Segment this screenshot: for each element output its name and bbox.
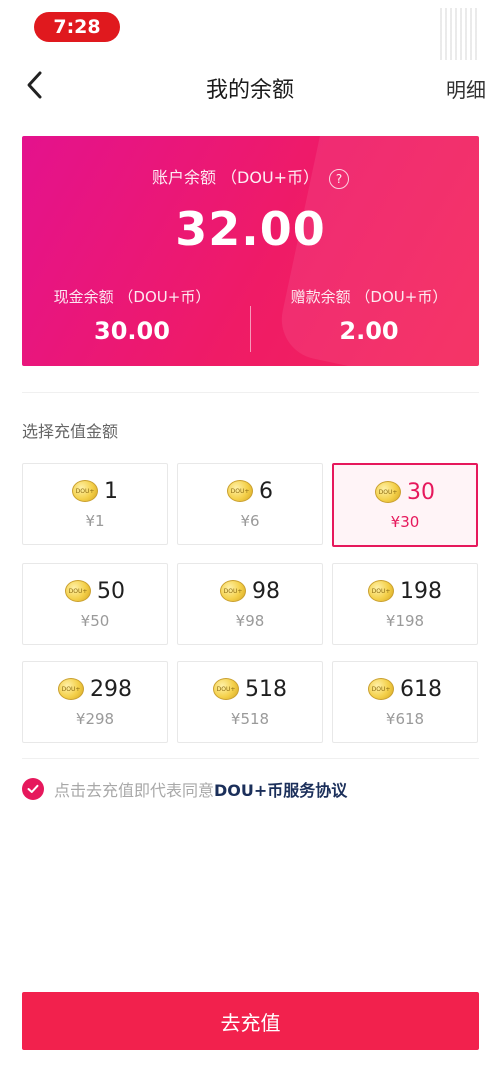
balance-card: 账户余额 （DOU+币）? 32.00 现金余额 （DOU+币） 30.00 赠… — [22, 136, 479, 366]
amount-option-198[interactable]: DOU+ 198 ¥198 — [332, 563, 478, 645]
dou-coin-icon: DOU+ — [368, 580, 394, 602]
divider — [22, 758, 479, 759]
amount-value: 198 — [400, 578, 442, 604]
amount-option-50[interactable]: DOU+ 50 ¥50 — [22, 563, 168, 645]
amount-value: 1 — [104, 478, 118, 504]
dou-coin-icon: DOU+ — [72, 480, 98, 502]
page-title: 我的余额 — [205, 78, 294, 103]
amount-value: 6 — [259, 478, 273, 504]
amount-option-518[interactable]: DOU+ 518 ¥518 — [177, 661, 323, 743]
amount-price: ¥50 — [80, 611, 110, 630]
agreement-checkbox[interactable] — [22, 778, 44, 800]
amount-value: 98 — [252, 578, 280, 604]
dou-coin-icon: DOU+ — [58, 678, 84, 700]
amount-option-618[interactable]: DOU+ 618 ¥618 — [332, 661, 478, 743]
agreement-link[interactable]: DOU+币服务协议 — [214, 777, 347, 801]
balance-total: 32.00 — [175, 202, 326, 256]
gift-balance-value: 2.00 — [339, 317, 399, 345]
balance-label-row: 账户余额 （DOU+币）? — [22, 164, 479, 189]
nav-bar: 我的余额 明细 — [0, 56, 500, 114]
amount-price: ¥198 — [385, 611, 425, 630]
amount-price: ¥98 — [235, 611, 265, 630]
cash-balance-label: 现金余额 （DOU+币） — [53, 288, 211, 306]
amount-price: ¥618 — [385, 709, 425, 728]
amount-price: ¥518 — [230, 709, 270, 728]
amount-value: 518 — [245, 676, 287, 702]
dou-coin-icon: DOU+ — [375, 481, 401, 503]
status-bar: 7:28 — [0, 0, 500, 60]
amount-price: ¥30 — [390, 512, 420, 531]
amount-value: 298 — [90, 676, 132, 702]
help-icon[interactable]: ? — [329, 168, 350, 189]
balance-label: 账户余额 （DOU+币） — [151, 168, 320, 187]
amount-value: 618 — [400, 676, 442, 702]
status-indicators — [440, 8, 480, 60]
dou-coin-icon: DOU+ — [65, 580, 91, 602]
amount-price: ¥298 — [75, 709, 115, 728]
amount-price: ¥6 — [240, 511, 260, 530]
dou-coin-icon: DOU+ — [213, 678, 239, 700]
amount-value: 30 — [407, 479, 435, 505]
balance-divider — [250, 306, 251, 352]
cash-balance-value: 30.00 — [94, 317, 170, 345]
amount-option-98[interactable]: DOU+ 98 ¥98 — [177, 563, 323, 645]
amount-option-1[interactable]: DOU+ 1 ¥1 — [22, 463, 168, 545]
status-time: 7:28 — [34, 12, 120, 42]
amount-option-30[interactable]: DOU+ 30 ¥30 — [332, 463, 478, 547]
cash-balance: 现金余额 （DOU+币） 30.00 — [22, 286, 242, 345]
amount-grid: DOU+ 1 ¥1 DOU+ 6 ¥6 DOU+ 30 ¥30 DOU+ 50 … — [22, 463, 479, 743]
agreement-text: 点击去充值即代表同意 — [54, 781, 215, 800]
dou-coin-icon: DOU+ — [227, 480, 253, 502]
gift-balance-label: 赠款余额 （DOU+币） — [290, 288, 448, 306]
dou-coin-icon: DOU+ — [368, 678, 394, 700]
divider — [22, 392, 479, 393]
detail-link[interactable]: 明细 — [446, 74, 486, 103]
amount-value: 50 — [97, 578, 125, 604]
recharge-button[interactable]: 去充值 — [22, 992, 479, 1050]
section-title: 选择充值金额 — [22, 422, 119, 441]
amount-option-6[interactable]: DOU+ 6 ¥6 — [177, 463, 323, 545]
amount-option-298[interactable]: DOU+ 298 ¥298 — [22, 661, 168, 743]
agreement-row: 点击去充值即代表同意 DOU+币服务协议 — [22, 777, 347, 801]
gift-balance: 赠款余额 （DOU+币） 2.00 — [259, 286, 479, 345]
dou-coin-icon: DOU+ — [220, 580, 246, 602]
check-icon — [27, 784, 39, 793]
amount-price: ¥1 — [85, 511, 105, 530]
